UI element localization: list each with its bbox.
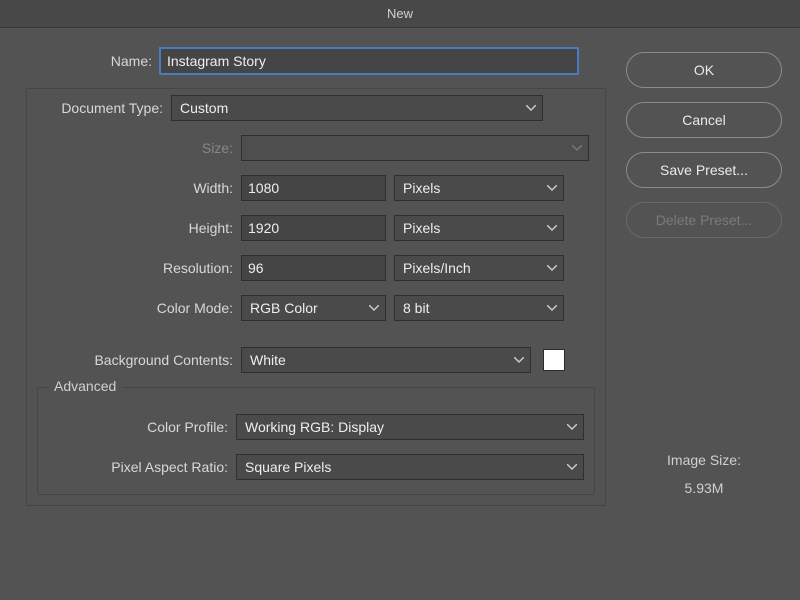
width-input[interactable]: [241, 175, 386, 201]
dialog-content: Name: Document Type: Custom Size: Width:: [0, 28, 800, 526]
ok-button[interactable]: OK: [626, 52, 782, 88]
pixel-aspect-ratio-label: Pixel Aspect Ratio:: [48, 459, 228, 475]
color-mode-row: Color Mode: RGB Color 8 bit: [37, 295, 595, 321]
advanced-legend: Advanced: [48, 378, 122, 394]
document-fieldset: Document Type: Custom Size: Width: Pixel…: [26, 88, 606, 506]
document-type-value: Custom: [180, 100, 228, 116]
background-contents-select[interactable]: White: [241, 347, 531, 373]
image-size-label: Image Size:: [626, 452, 782, 468]
dialog-titlebar: New: [0, 0, 800, 28]
size-row: Size:: [37, 135, 595, 161]
chevron-down-icon: [547, 225, 557, 231]
chevron-down-icon: [547, 265, 557, 271]
chevron-down-icon: [547, 305, 557, 311]
image-size-value: 5.93M: [626, 480, 782, 496]
resolution-unit-value: Pixels/Inch: [403, 260, 471, 276]
resolution-row: Resolution: Pixels/Inch: [37, 255, 595, 281]
color-mode-select[interactable]: RGB Color: [241, 295, 386, 321]
chevron-down-icon: [572, 145, 582, 151]
chevron-down-icon: [526, 105, 536, 111]
document-type-row: Document Type: Custom: [37, 95, 595, 121]
background-contents-row: Background Contents: White: [37, 347, 595, 373]
background-contents-value: White: [250, 352, 286, 368]
chevron-down-icon: [369, 305, 379, 311]
save-preset-button[interactable]: Save Preset...: [626, 152, 782, 188]
color-profile-select[interactable]: Working RGB: Display: [236, 414, 584, 440]
color-mode-value: RGB Color: [250, 300, 318, 316]
bit-depth-select[interactable]: 8 bit: [394, 295, 564, 321]
save-preset-button-label: Save Preset...: [660, 162, 748, 178]
resolution-input[interactable]: [241, 255, 386, 281]
chevron-down-icon: [514, 357, 524, 363]
width-unit-value: Pixels: [403, 180, 440, 196]
name-row: Name:: [12, 48, 606, 74]
cancel-button-label: Cancel: [682, 112, 726, 128]
height-input[interactable]: [241, 215, 386, 241]
chevron-down-icon: [567, 424, 577, 430]
height-row: Height: Pixels: [37, 215, 595, 241]
height-unit-value: Pixels: [403, 220, 440, 236]
height-unit-select[interactable]: Pixels: [394, 215, 564, 241]
resolution-label: Resolution:: [37, 260, 233, 276]
button-column: OK Cancel Save Preset... Delete Preset..…: [626, 48, 782, 506]
height-label: Height:: [37, 220, 233, 236]
pixel-aspect-ratio-select[interactable]: Square Pixels: [236, 454, 584, 480]
pixel-aspect-ratio-value: Square Pixels: [245, 459, 331, 475]
chevron-down-icon: [567, 464, 577, 470]
bit-depth-value: 8 bit: [403, 300, 429, 316]
delete-preset-button-label: Delete Preset...: [656, 212, 753, 228]
color-profile-value: Working RGB: Display: [245, 419, 384, 435]
pixel-aspect-ratio-row: Pixel Aspect Ratio: Square Pixels: [48, 454, 584, 480]
name-label: Name:: [12, 53, 152, 69]
width-row: Width: Pixels: [37, 175, 595, 201]
color-profile-label: Color Profile:: [48, 419, 228, 435]
width-unit-select[interactable]: Pixels: [394, 175, 564, 201]
document-type-label: Document Type:: [37, 100, 163, 116]
name-input[interactable]: [160, 48, 578, 74]
dialog-title: New: [387, 6, 413, 21]
document-type-select[interactable]: Custom: [171, 95, 543, 121]
cancel-button[interactable]: Cancel: [626, 102, 782, 138]
size-label: Size:: [37, 140, 233, 156]
advanced-fieldset: Advanced Color Profile: Working RGB: Dis…: [37, 387, 595, 495]
background-color-swatch[interactable]: [543, 349, 565, 371]
width-label: Width:: [37, 180, 233, 196]
size-select: [241, 135, 589, 161]
delete-preset-button: Delete Preset...: [626, 202, 782, 238]
form-column: Name: Document Type: Custom Size: Width:: [12, 48, 606, 506]
ok-button-label: OK: [694, 62, 714, 78]
chevron-down-icon: [547, 185, 557, 191]
resolution-unit-select[interactable]: Pixels/Inch: [394, 255, 564, 281]
image-size-display: Image Size: 5.93M: [626, 452, 782, 496]
color-mode-label: Color Mode:: [37, 300, 233, 316]
color-profile-row: Color Profile: Working RGB: Display: [48, 414, 584, 440]
background-contents-label: Background Contents:: [37, 352, 233, 368]
